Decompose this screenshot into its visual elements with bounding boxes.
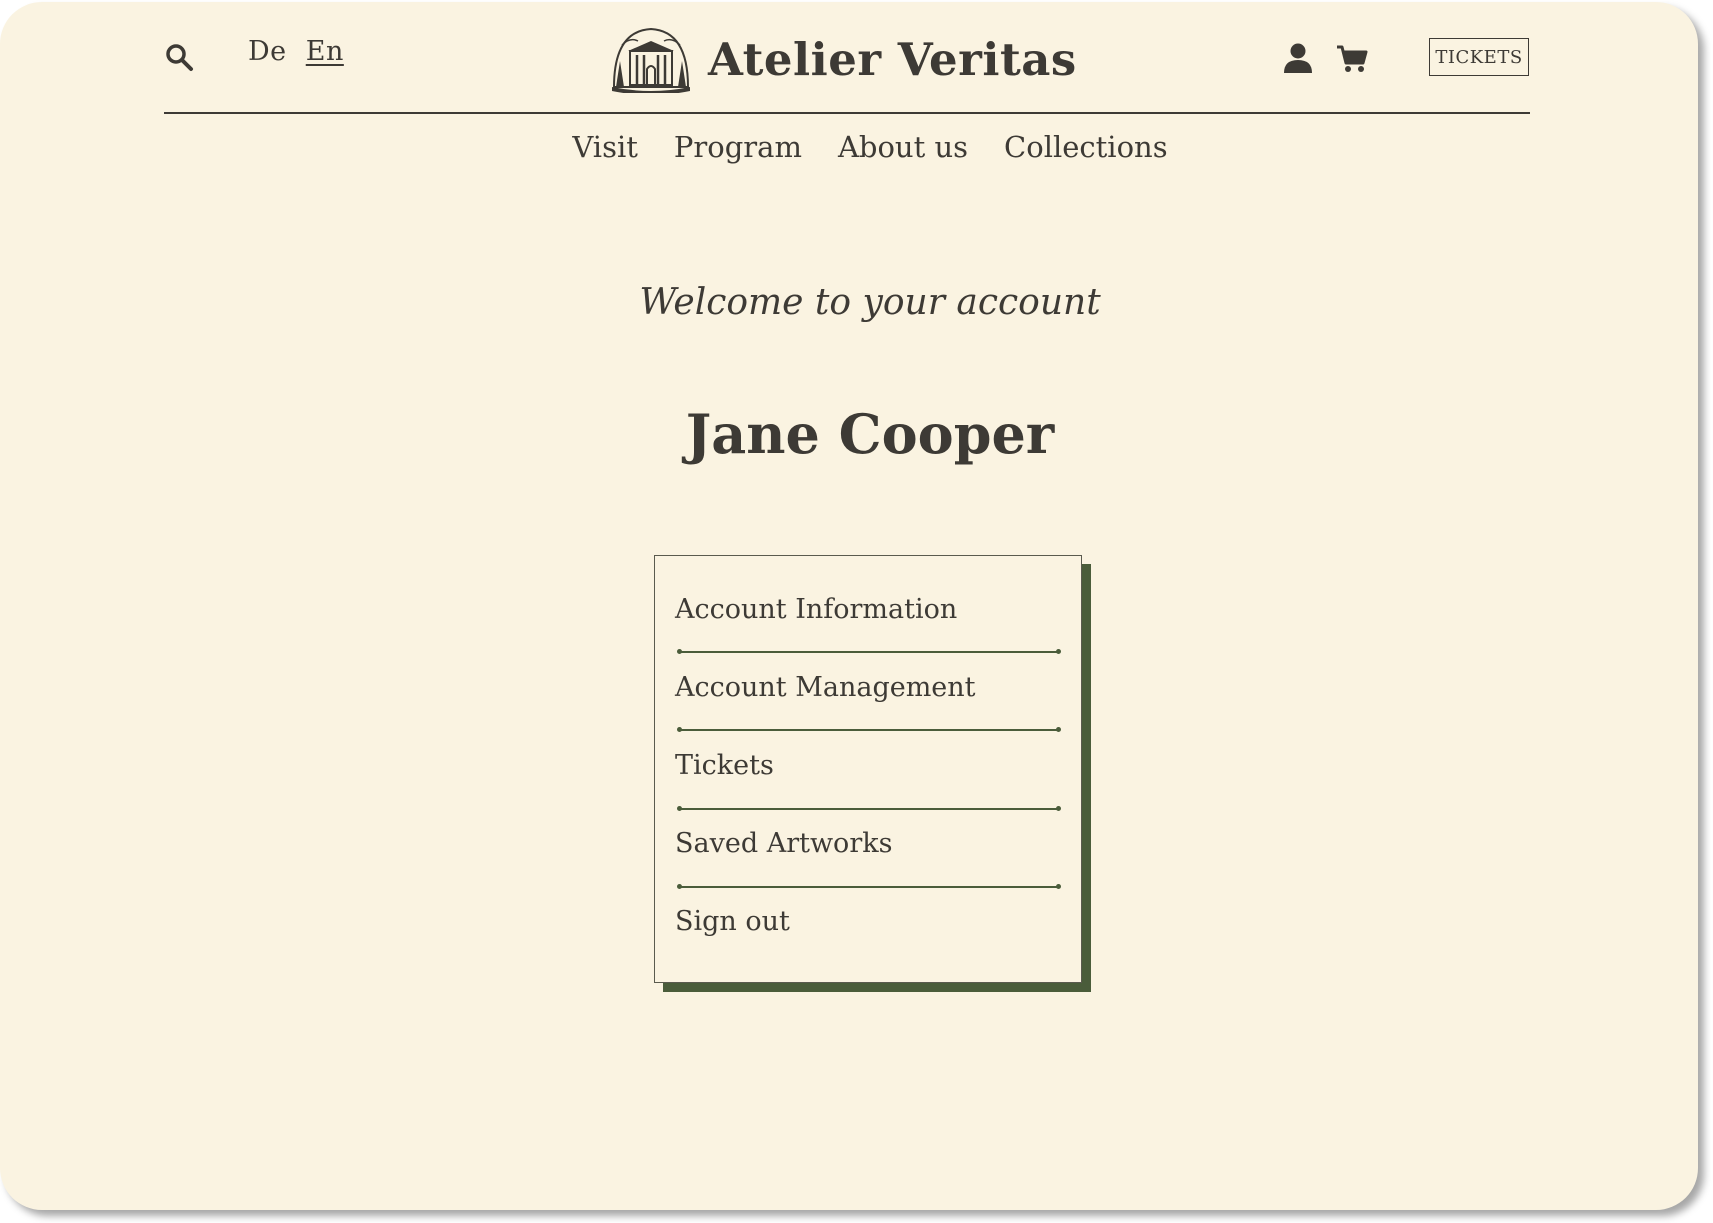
menu-sign-out[interactable]: Sign out (675, 906, 1065, 937)
browser-frame: De En Atelier Veritas TICKETS Visit Prog… (0, 2, 1698, 1210)
account-menu: Account Information Account Management T… (654, 555, 1082, 983)
menu-account-information[interactable]: Account Information (675, 594, 1065, 625)
cart-icon[interactable] (1336, 44, 1368, 74)
user-name: Jane Cooper (685, 402, 1055, 466)
menu-tickets[interactable]: Tickets (675, 750, 1065, 781)
tickets-button[interactable]: TICKETS (1429, 38, 1529, 76)
menu-saved-artworks[interactable]: Saved Artworks (675, 828, 1065, 859)
language-switcher: De En (248, 36, 354, 67)
museum-dome-icon (612, 27, 690, 93)
brand-name: Atelier Veritas (708, 32, 1077, 86)
welcome-heading: Welcome to your account (639, 282, 1101, 323)
nav-about-us[interactable]: About us (838, 130, 968, 164)
nav-program[interactable]: Program (674, 130, 802, 164)
menu-divider (677, 806, 1061, 811)
search-icon[interactable] (164, 42, 196, 74)
lang-de[interactable]: De (248, 36, 287, 67)
menu-divider (677, 884, 1061, 889)
nav-collections[interactable]: Collections (1004, 130, 1168, 164)
lang-en[interactable]: En (306, 36, 344, 67)
brand-logo-link[interactable]: Atelier Veritas (610, 24, 1077, 94)
nav-visit[interactable]: Visit (572, 130, 638, 164)
menu-divider (677, 649, 1061, 654)
menu-account-management[interactable]: Account Management (675, 672, 1065, 703)
site-header: De En Atelier Veritas TICKETS (164, 2, 1530, 114)
menu-divider (677, 727, 1061, 732)
main-nav: Visit Program About us Collections (0, 130, 1698, 164)
user-icon[interactable] (1283, 42, 1313, 74)
